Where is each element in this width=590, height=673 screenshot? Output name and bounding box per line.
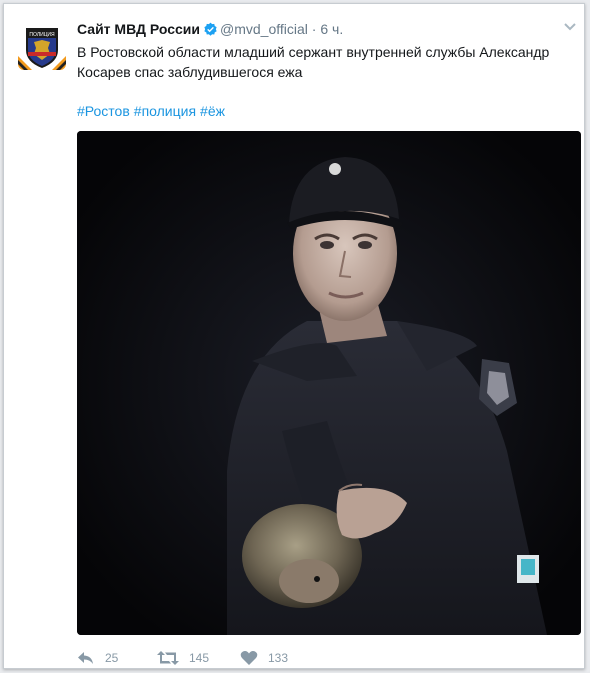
tweet-photo[interactable] — [77, 131, 581, 635]
retweet-count: 145 — [189, 651, 210, 665]
tweet-text: В Ростовской области младший сержант вну… — [77, 44, 550, 80]
author-avatar[interactable]: ПОЛИЦИЯ — [18, 22, 66, 70]
reply-icon — [78, 652, 93, 664]
tweet-hashtags: #Ростов #полиция #ёж — [77, 101, 229, 121]
hashtag-link[interactable]: #полиция — [134, 103, 196, 119]
tweet-card[interactable]: ПОЛИЦИЯ Сайт МВД России @mvd_official · 6… — [3, 3, 585, 669]
hashtag-link[interactable]: #ёж — [200, 103, 225, 119]
reply-count: 25 — [105, 651, 119, 665]
officer-with-hedgehog-image — [77, 131, 581, 635]
like-button[interactable]: 133 — [240, 647, 288, 669]
like-icon — [240, 651, 258, 665]
tweet-timestamp[interactable]: 6 ч. — [320, 21, 343, 37]
verified-badge-icon — [203, 22, 218, 42]
author-name[interactable]: Сайт МВД России — [77, 21, 200, 37]
header-separator: · — [311, 21, 317, 37]
retweet-icon — [157, 651, 179, 665]
reply-button[interactable]: 25 — [77, 647, 118, 669]
tweet-header: Сайт МВД России @mvd_official · 6 ч. — [77, 20, 544, 42]
retweet-button[interactable]: 145 — [157, 647, 209, 669]
hashtag-link[interactable]: #Ростов — [77, 103, 130, 119]
police-emblem-icon: ПОЛИЦИЯ — [18, 22, 66, 70]
chevron-down-icon[interactable] — [562, 18, 578, 34]
like-count: 133 — [268, 651, 289, 665]
svg-text:ПОЛИЦИЯ: ПОЛИЦИЯ — [29, 32, 55, 38]
author-handle[interactable]: @mvd_official — [220, 21, 308, 37]
